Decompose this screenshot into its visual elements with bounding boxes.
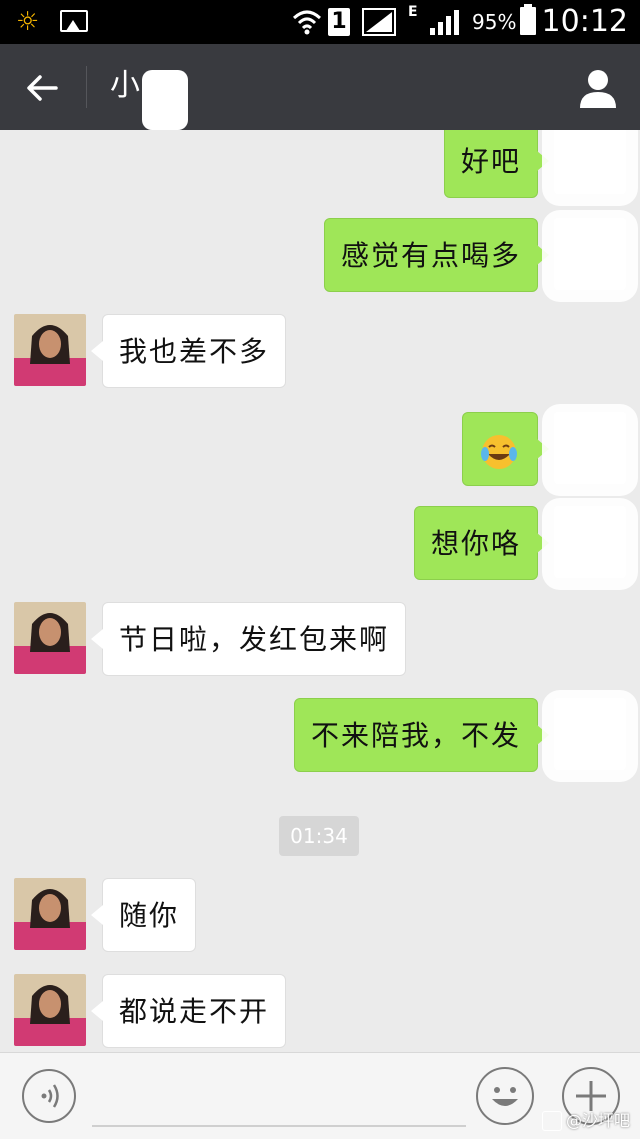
- my-avatar[interactable]: [542, 690, 638, 782]
- contact-profile-icon[interactable]: [578, 66, 618, 110]
- signal-strength-icon: [362, 8, 396, 36]
- outgoing-message-bubble[interactable]: 感觉有点喝多: [323, 218, 550, 292]
- incoming-message-bubble[interactable]: 节日啦，发红包来啊: [90, 602, 407, 676]
- contact-avatar[interactable]: [14, 974, 86, 1046]
- image-notification-icon: [60, 10, 88, 32]
- my-avatar[interactable]: [542, 210, 638, 302]
- outgoing-message-bubble[interactable]: 不来陪我，不发: [293, 698, 550, 772]
- sim-slot-badge: 1: [328, 8, 350, 36]
- voice-wave-icon: [41, 1084, 59, 1108]
- chat-title: 小: [110, 68, 140, 103]
- voice-input-button[interactable]: [22, 1069, 76, 1123]
- header-divider: [86, 66, 87, 108]
- battery-percentage: 95%: [472, 10, 517, 34]
- battery-icon: [520, 4, 536, 35]
- incoming-message-bubble[interactable]: 都说走不开: [90, 974, 287, 1048]
- outgoing-message-bubble[interactable]: 好吧: [443, 130, 550, 198]
- emoji-button[interactable]: [476, 1067, 534, 1125]
- watermark: @沙坪吧: [541, 1107, 630, 1131]
- smiley-icon: [492, 1087, 518, 1106]
- brightness-icon: ☼: [16, 7, 40, 37]
- network-type-label: E: [408, 4, 418, 20]
- watermark-logo-icon: [541, 1111, 562, 1131]
- status-bar: ☼ 1 E 95% 10:12: [0, 0, 640, 44]
- contact-avatar[interactable]: [14, 878, 86, 950]
- wifi-icon: [292, 10, 322, 35]
- contact-avatar[interactable]: [14, 314, 86, 386]
- redaction-mark: [142, 70, 188, 130]
- back-arrow-icon[interactable]: [22, 68, 62, 108]
- message-list: 好吧 感觉有点喝多 我也差不多 想你咯 节日啦，发红包来啊 不来陪我，不发 01…: [0, 130, 640, 1052]
- status-clock: 10:12: [541, 4, 628, 39]
- input-bar: @沙坪吧: [0, 1052, 640, 1139]
- outgoing-emoji-bubble[interactable]: [462, 412, 549, 486]
- contact-avatar[interactable]: [14, 602, 86, 674]
- mobile-signal-icon: [430, 10, 459, 35]
- incoming-message-bubble[interactable]: 随你: [90, 878, 197, 952]
- watermark-text: @沙坪吧: [565, 1110, 630, 1130]
- my-avatar[interactable]: [542, 498, 638, 590]
- my-avatar[interactable]: [542, 130, 638, 206]
- my-avatar[interactable]: [542, 404, 638, 496]
- face-with-tears-of-joy-icon: [481, 434, 517, 469]
- incoming-message-bubble[interactable]: 我也差不多: [90, 314, 287, 388]
- chat-header: 小: [0, 44, 640, 130]
- outgoing-message-bubble[interactable]: 想你咯: [413, 506, 550, 580]
- message-timestamp: 01:34: [279, 816, 359, 856]
- message-input[interactable]: [92, 1071, 466, 1127]
